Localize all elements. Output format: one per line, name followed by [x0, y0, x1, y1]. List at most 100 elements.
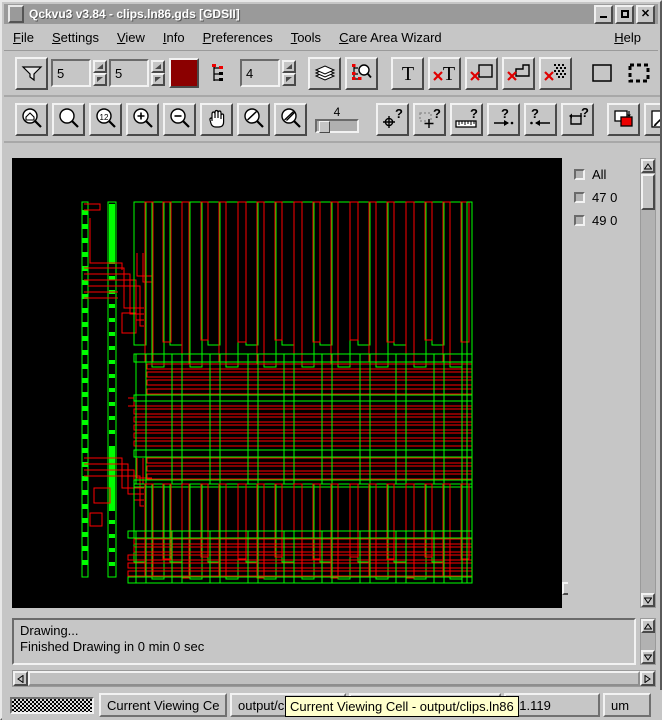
detail-slider-value: 4	[333, 104, 341, 119]
query-area-icon: ?	[418, 107, 441, 128]
edit-page-icon-button[interactable]	[644, 102, 660, 136]
layer-row-all[interactable]: All	[574, 166, 646, 182]
menu-file[interactable]: File	[4, 28, 43, 47]
menu-tools[interactable]: Tools	[282, 28, 330, 47]
menu-info[interactable]: Info	[154, 28, 194, 47]
toolbar-row-1: 5 5 4 T T	[4, 51, 660, 97]
dashed-box-icon-button[interactable]	[622, 57, 655, 90]
message-log[interactable]: Drawing... Finished Drawing in 0 min 0 s…	[12, 618, 636, 665]
spinner-up-button[interactable]	[282, 60, 296, 73]
spinner-up-button[interactable]	[93, 60, 107, 73]
spinner-down-button[interactable]	[93, 73, 107, 86]
query-loop-icon-button[interactable]: ?	[561, 102, 594, 136]
status-cell-units[interactable]: um	[603, 693, 651, 717]
text-icon-button[interactable]: T	[391, 56, 424, 90]
layer-label-49-0: 49 0	[592, 212, 618, 228]
zoom-query-icon	[243, 108, 264, 128]
layers-icon	[314, 65, 335, 81]
triangle-up-icon	[644, 622, 652, 629]
svg-text:?: ?	[433, 107, 441, 121]
query-arrow-right-icon: ?	[493, 107, 513, 126]
log-scroll-down-button[interactable]	[641, 650, 655, 664]
pan-hand-icon-button[interactable]	[200, 102, 233, 136]
query-arrow-left-icon-button[interactable]: ?	[524, 102, 557, 136]
zoom-in-icon-button[interactable]	[126, 102, 159, 136]
menu-bar: File Settings View Info Preferences Tool…	[4, 25, 658, 51]
window-menu-icon[interactable]	[8, 5, 24, 23]
menu-preferences[interactable]: Preferences	[194, 28, 282, 47]
layer-label-all: All	[592, 166, 607, 182]
status-cell-current-viewing-cell[interactable]: Current Viewing Ce	[99, 693, 227, 717]
layer-checkbox-all[interactable]	[574, 168, 585, 180]
depth-spinner-1[interactable]: 5	[51, 59, 107, 87]
detail-slider-track[interactable]	[315, 118, 359, 133]
hierarchy-search-icon-button[interactable]	[345, 56, 378, 90]
scroll-down-button[interactable]	[641, 593, 655, 607]
maximize-button[interactable]	[615, 4, 634, 24]
layers-icon-button[interactable]	[308, 56, 341, 90]
triangle-up-icon	[644, 162, 652, 169]
minimize-button[interactable]	[594, 4, 613, 24]
depth-spinner-2-field[interactable]: 5	[109, 59, 149, 87]
status-fill-pattern-swatch[interactable]	[10, 696, 94, 714]
outline-icon-button[interactable]	[585, 57, 618, 90]
triangle-down-icon	[155, 77, 161, 82]
zoom-flash-icon-button[interactable]	[274, 102, 307, 136]
layer-row-49-0[interactable]: 49 0	[574, 212, 646, 228]
message-log-scrollbar[interactable]	[640, 618, 656, 665]
close-icon: ✕	[640, 7, 651, 20]
query-ruler-icon-button[interactable]: ?	[450, 102, 483, 136]
grid-fill-icon-button[interactable]	[659, 57, 660, 90]
layer-panel-scrollbar[interactable]	[640, 158, 656, 608]
fill-delete-icon-button[interactable]	[539, 56, 572, 90]
layer-fill-icon	[613, 110, 633, 127]
svg-text:?: ?	[470, 107, 478, 121]
hscroll-trough[interactable]	[28, 671, 640, 686]
zoom-query-icon-button[interactable]	[237, 102, 270, 136]
zoom-previous-icon-button[interactable]: 12	[89, 102, 122, 136]
hscroll-right-button[interactable]	[640, 671, 655, 686]
filter-funnel-icon-button[interactable]	[15, 56, 48, 90]
spinner-up-button[interactable]	[151, 60, 165, 73]
filter-funnel-icon	[21, 66, 42, 82]
spinner-down-button[interactable]	[282, 73, 296, 86]
scroll-up-button[interactable]	[641, 159, 655, 173]
depth-spinner-2[interactable]: 5	[109, 59, 165, 87]
depth-spinner-3-field[interactable]: 4	[240, 59, 280, 87]
detail-slider-thumb[interactable]	[319, 120, 330, 133]
layer-checkbox-49-0[interactable]	[574, 214, 585, 226]
close-button[interactable]: ✕	[636, 4, 655, 24]
hscroll-left-button[interactable]	[13, 671, 28, 686]
layer-fill-icon-button[interactable]	[607, 102, 640, 136]
depth-spinner-1-field[interactable]: 5	[51, 59, 91, 87]
svg-text:T: T	[401, 63, 413, 84]
depth-spinner-3[interactable]: 4	[240, 59, 296, 87]
query-arrow-right-icon-button[interactable]: ?	[487, 102, 520, 136]
scroll-thumb[interactable]	[641, 174, 655, 210]
layer-row-47-0[interactable]: 47 0	[574, 190, 646, 205]
hierarchy-icon-button[interactable]	[204, 57, 237, 90]
zoom-home-icon-button[interactable]	[15, 102, 48, 136]
menu-settings[interactable]: Settings	[43, 28, 108, 47]
box-delete-icon-button[interactable]	[465, 56, 498, 90]
log-scroll-up-button[interactable]	[641, 619, 655, 633]
zoom-out-icon-button[interactable]	[163, 102, 196, 136]
spinner-down-button[interactable]	[151, 73, 165, 86]
zoom-flash-icon	[280, 108, 301, 128]
zoom-fit-icon-button[interactable]	[52, 102, 85, 136]
main-horizontal-scrollbar[interactable]	[12, 670, 656, 687]
menu-view[interactable]: View	[108, 28, 154, 47]
status-tooltip: Current Viewing Cell - output/clips.ln86	[285, 696, 519, 717]
layer-color-swatch[interactable]	[169, 58, 199, 88]
detail-slider[interactable]: 4	[313, 106, 361, 133]
text-delete-icon-button[interactable]: T	[428, 56, 461, 90]
query-point-icon-button[interactable]: ?	[376, 102, 409, 136]
zoom-home-icon	[21, 108, 42, 128]
menu-help[interactable]: Help	[605, 28, 650, 47]
query-area-icon-button[interactable]: ?	[413, 102, 446, 136]
pan-hand-icon	[208, 109, 224, 128]
polygon-delete-icon-button[interactable]	[502, 56, 535, 90]
layout-canvas[interactable]	[12, 158, 562, 608]
menu-care-area-wizard[interactable]: Care Area Wizard	[330, 28, 451, 47]
layer-checkbox-47-0[interactable]	[574, 191, 585, 203]
